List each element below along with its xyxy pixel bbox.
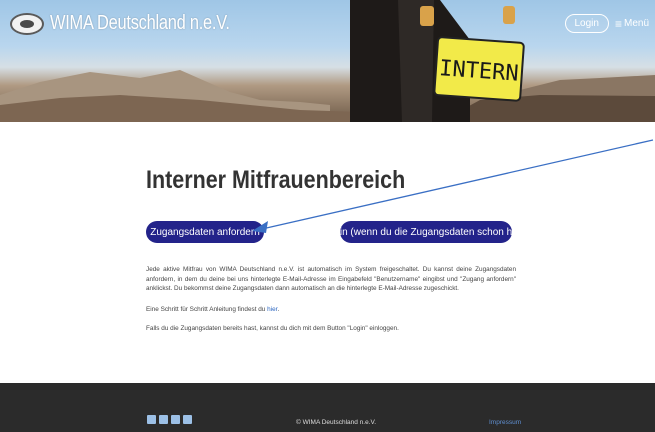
hamburger-menu-icon: ≡ — [614, 16, 622, 31]
info-paragraph: Jede aktive Mitfrau von WIMA Deutschland… — [146, 266, 516, 292]
header-hero: INTERN WIMA Deutschland n.e.V. Login ≡ M… — [0, 0, 655, 122]
login-hint-paragraph: Falls du die Zugangsdaten bereits hast, … — [146, 325, 399, 332]
guide-link[interactable]: hier — [267, 306, 277, 313]
guide-paragraph: Eine Schritt für Schritt Anleitung finde… — [146, 305, 516, 315]
menu-button[interactable]: ≡ Menü — [615, 17, 649, 31]
guide-text: Eine Schritt für Schritt Anleitung finde… — [146, 306, 268, 313]
page-title: Interner Mitfrauenbereich — [146, 166, 406, 194]
login-button[interactable]: Login (wenn du die Zugangsdaten schon ha… — [323, 221, 529, 243]
facebook-icon[interactable] — [147, 415, 156, 424]
request-credentials-button[interactable]: Zugangsdaten anfordern — [146, 221, 264, 243]
copyright-text: © WIMA Deutschland n.e.V. — [296, 419, 377, 426]
top-navigation: Login ≡ Menü — [564, 14, 649, 33]
site-name: WIMA Deutschland n.e.V. — [50, 12, 230, 34]
guide-suffix: . — [277, 306, 280, 313]
impressum-link[interactable]: Impressum — [489, 419, 521, 426]
intern-sign: INTERN — [433, 36, 525, 102]
footer: © WIMA Deutschland n.e.V. Impressum — [0, 383, 655, 432]
social-links — [147, 415, 192, 424]
youtube-icon[interactable] — [159, 415, 168, 424]
brand[interactable]: WIMA Deutschland n.e.V. — [10, 12, 269, 35]
instagram-icon[interactable] — [171, 415, 180, 424]
wima-logo-icon — [10, 12, 44, 35]
menu-label: Menü — [623, 18, 649, 29]
email-icon[interactable] — [183, 415, 192, 424]
header-login-button[interactable]: Login — [564, 14, 609, 33]
